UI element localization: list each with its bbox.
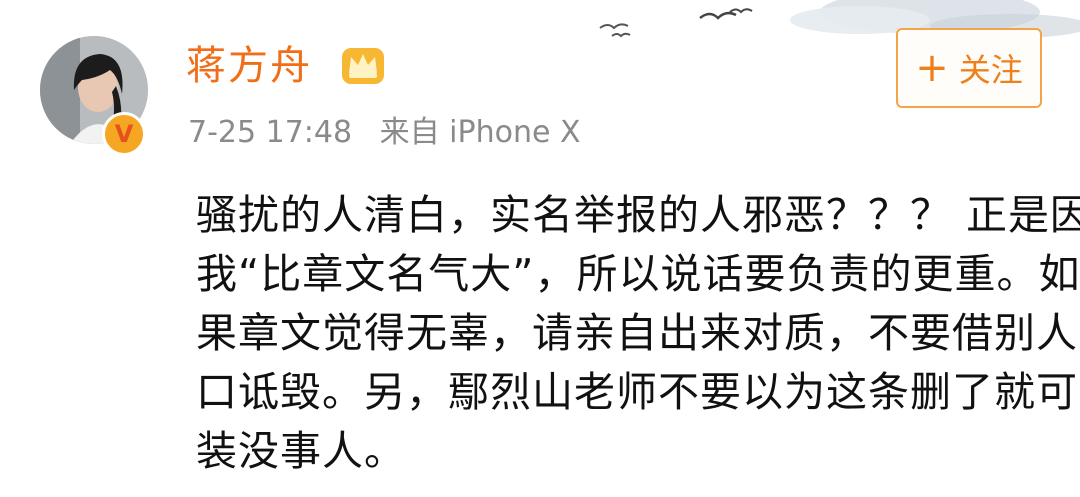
post-text: 骚扰的人清白，实名举报的人邪恶？？？ 正是因为 我“比章文名气大”，所以说话要负… xyxy=(196,186,1080,481)
post-text-line: 口诋毁。另，鄢烈山老师不要以为这条删了就可以 xyxy=(196,368,1080,416)
post-meta: 7-25 17:48 来自 iPhone X xyxy=(188,110,581,156)
post-timestamp: 7-25 17:48 xyxy=(188,115,353,150)
follow-button[interactable]: + 关注 xyxy=(896,28,1042,108)
post-source: 来自 iPhone X xyxy=(379,115,581,150)
post-text-line: 装没事人。 xyxy=(196,427,406,475)
post-text-line: 骚扰的人清白，实名举报的人邪恶？？？ 正是因为 xyxy=(196,191,1080,239)
verified-badge: V xyxy=(102,112,146,156)
post-text-line: 我“比章文名气大”，所以说话要负责的更重。如 xyxy=(196,250,1080,298)
plus-icon: + xyxy=(915,45,949,91)
follow-label: 关注 xyxy=(958,51,1023,89)
post-text-line: 果章文觉得无辜，请亲自出来对质，不要借别人的 xyxy=(196,309,1080,357)
crown-icon xyxy=(342,48,384,84)
username[interactable]: 蒋方舟 xyxy=(186,38,312,94)
verified-mark: V xyxy=(114,120,134,148)
